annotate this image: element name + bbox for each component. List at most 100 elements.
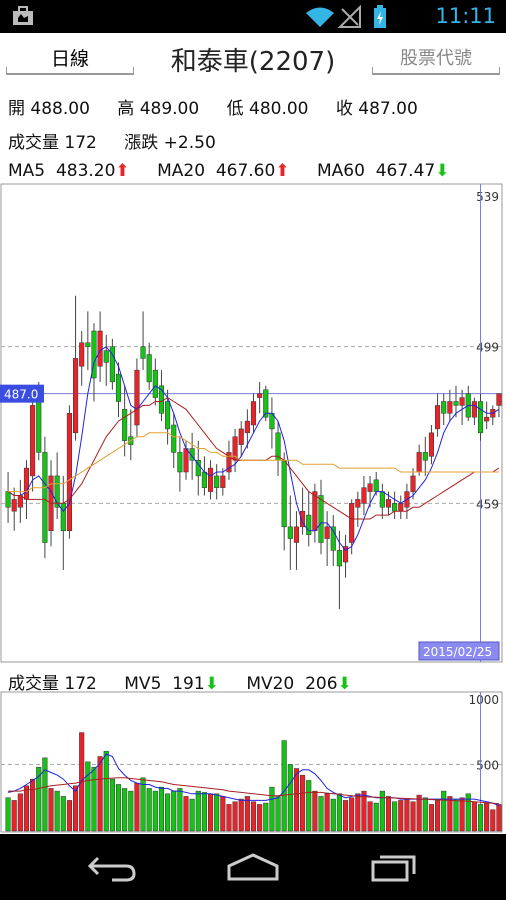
volume-bar xyxy=(392,801,398,832)
volume-bar xyxy=(11,800,17,832)
volume-bar xyxy=(312,790,318,832)
price-tick-label: 459 xyxy=(476,497,499,511)
volume-bar xyxy=(428,804,434,832)
back-button[interactable] xyxy=(87,852,138,886)
volume-bar xyxy=(30,778,36,832)
volume-tick-label: 500 xyxy=(476,759,499,773)
volume-bar xyxy=(238,798,244,832)
candle-body xyxy=(422,452,428,461)
candle-body xyxy=(23,467,30,500)
candle-body xyxy=(385,499,392,508)
home-button[interactable] xyxy=(226,852,280,886)
candle-body xyxy=(183,448,189,473)
volume-bar xyxy=(275,796,281,832)
volume-bar xyxy=(471,801,477,832)
candle-body xyxy=(171,424,177,453)
volume-bar xyxy=(165,793,171,832)
candle-body xyxy=(177,452,183,473)
back-arrow-icon xyxy=(87,856,136,882)
volume-bar xyxy=(422,797,428,832)
volume-bar xyxy=(447,796,453,832)
volume-bar xyxy=(195,790,201,832)
volume-bar xyxy=(201,792,207,832)
volume-bar xyxy=(250,801,257,832)
volume-bar xyxy=(385,796,392,832)
candle-body xyxy=(207,467,214,492)
volume-bar xyxy=(91,766,97,832)
candle-body xyxy=(11,499,17,512)
candle-body xyxy=(250,401,257,426)
candle-body xyxy=(146,354,152,383)
candle-body xyxy=(410,475,416,492)
volume-bar xyxy=(220,796,226,832)
volume-chart[interactable]: 1000 500 xyxy=(0,691,506,833)
volume-bar xyxy=(490,809,496,832)
volume-bar xyxy=(281,740,287,832)
volume-bar xyxy=(324,793,330,832)
quote-row-prices: 開 488.00 高 489.00 低 480.00 收 487.00 xyxy=(8,94,440,119)
candle-body xyxy=(103,350,109,363)
close-quote: 收 487.00 xyxy=(335,99,418,119)
candle-body xyxy=(416,452,422,473)
candle-body xyxy=(306,514,312,535)
candle-body xyxy=(428,432,434,457)
price-tag-label: 487.0 xyxy=(4,388,38,402)
candle-body xyxy=(453,401,459,406)
candle-body xyxy=(42,452,48,543)
volume-bar xyxy=(48,788,54,832)
date-tag-label: 2015/02/25 xyxy=(423,645,492,659)
candle-body xyxy=(318,495,324,543)
volume-bar xyxy=(189,798,195,832)
candle-body xyxy=(447,401,453,414)
volume-bar xyxy=(269,786,275,832)
ma60-indicator: MA60 467.47⬇ xyxy=(316,161,450,181)
volume-bar xyxy=(404,798,410,832)
candle-body xyxy=(85,342,91,347)
volume-quote: 成交量 172 xyxy=(8,133,97,153)
candle-body xyxy=(367,483,373,492)
candle-body xyxy=(134,369,140,426)
recent-apps-icon xyxy=(371,855,416,882)
candle-body xyxy=(293,526,300,543)
price-tick-label: 499 xyxy=(476,341,499,355)
volume-bar xyxy=(85,761,91,832)
volume-bar xyxy=(459,797,465,832)
navigation-bar xyxy=(0,834,506,900)
status-bar: 11:11 xyxy=(0,0,506,33)
ma20-indicator: MA20 467.60⬆ xyxy=(157,161,290,181)
quote-row-volume: 成交量 172 漲跌 +2.50 xyxy=(8,128,238,153)
high-quote: 高 489.00 xyxy=(117,99,200,119)
volume-bar xyxy=(410,801,416,832)
volume-bar xyxy=(367,801,373,832)
volume-bar xyxy=(263,802,269,832)
candle-body xyxy=(36,401,42,453)
candle-body xyxy=(257,393,263,398)
candle-body xyxy=(392,503,398,512)
arrow-up-icon: ⬆ xyxy=(275,161,290,181)
price-chart[interactable]: 539499459415487.02015/02/25 xyxy=(0,183,506,663)
volume-bar xyxy=(152,790,158,832)
volume-bar xyxy=(66,800,72,832)
arrow-up-icon: ⬆ xyxy=(115,161,130,181)
candle-body xyxy=(336,550,342,567)
recent-apps-button[interactable] xyxy=(370,852,420,886)
open-quote: 開 488.00 xyxy=(8,99,90,119)
candle-body xyxy=(287,526,293,539)
stock-code-button[interactable]: 股票代號 xyxy=(372,43,500,75)
candle-body xyxy=(361,487,367,504)
volume-bar xyxy=(232,801,238,832)
volume-bar xyxy=(17,793,23,832)
volume-bar xyxy=(171,790,177,832)
candle-body xyxy=(244,420,250,434)
volume-bar xyxy=(5,797,11,832)
wifi-icon xyxy=(306,7,334,27)
volume-bar xyxy=(183,796,189,832)
daily-chart-tab[interactable]: 日線 xyxy=(6,43,134,75)
candle-body xyxy=(312,491,318,532)
ma5-indicator: MA5 483.20⬆ xyxy=(8,161,130,181)
page-title: 和泰車(2207) xyxy=(170,47,336,77)
volume-bar xyxy=(103,750,109,832)
volume-bar xyxy=(349,797,355,832)
candle-body xyxy=(97,330,103,367)
volume-bar xyxy=(97,756,103,832)
